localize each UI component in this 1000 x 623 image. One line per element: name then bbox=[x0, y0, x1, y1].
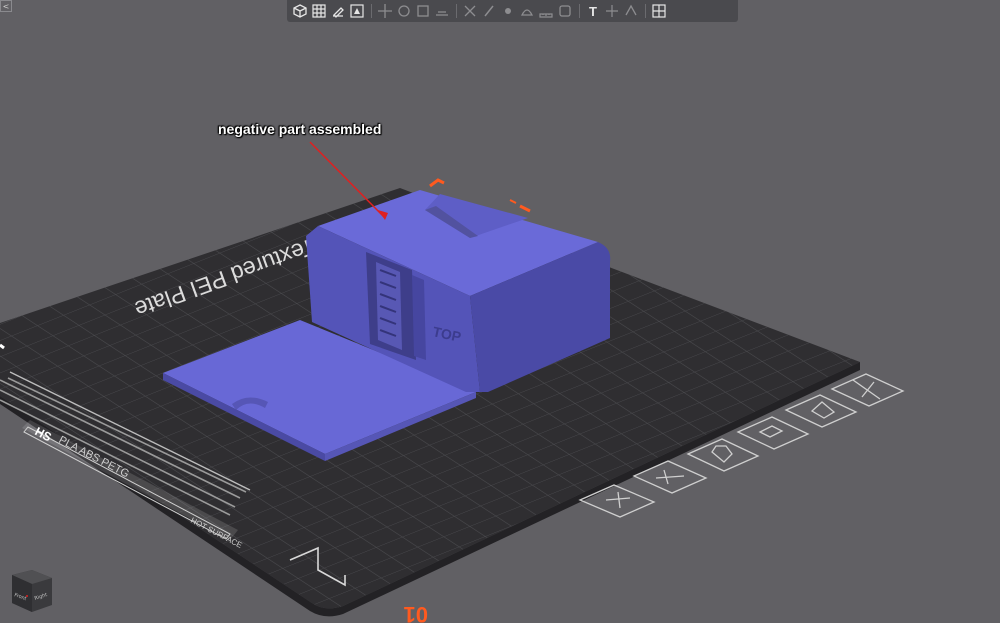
3d-viewport[interactable]: Textured PEI Plate PLA ABS PETG HS HOT S… bbox=[0, 0, 1000, 623]
view-cube-origin-dot bbox=[26, 595, 28, 597]
annotation-callout: negative part assembled bbox=[218, 121, 382, 137]
plate-number: 01 bbox=[404, 602, 428, 623]
view-cube[interactable] bbox=[12, 570, 52, 612]
plate-close-icon[interactable] bbox=[830, 373, 905, 407]
